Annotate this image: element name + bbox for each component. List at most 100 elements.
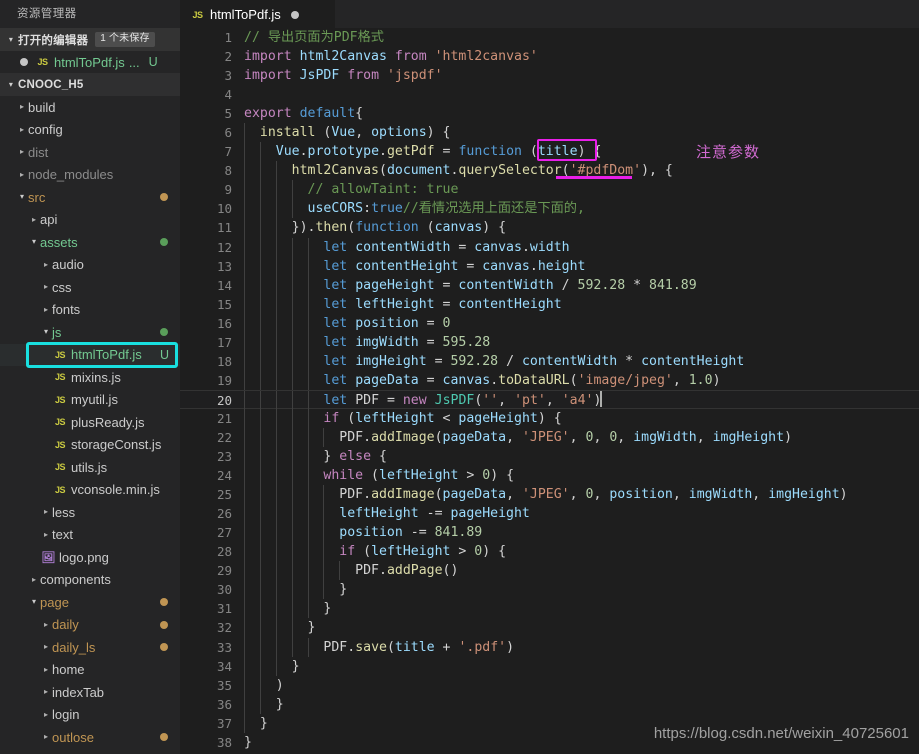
code-line-28[interactable]: 28 if (leftHeight > 0) { (180, 542, 919, 562)
line-number: 17 (216, 334, 232, 350)
code-line-9[interactable]: 9 // allowTaint: true (180, 180, 919, 200)
tree-item-text[interactable]: ▸ text (0, 524, 180, 547)
tree-item-label: myutil.js (71, 392, 118, 408)
tree-item-vconsole-min-js[interactable]: JS vconsole.min.js (0, 479, 180, 502)
tree-item-page[interactable]: ▾ page (0, 591, 180, 614)
code-line-18[interactable]: 18 let imgHeight = 592.28 / contentWidth… (180, 351, 919, 371)
code-line-8[interactable]: 8 html2Canvas(document.querySelector('#p… (180, 161, 919, 181)
tree-item-mixins-js[interactable]: JS mixins.js (0, 366, 180, 389)
code-line-15[interactable]: 15 let leftHeight = contentHeight (180, 294, 919, 314)
code-line-25[interactable]: 25 PDF.addImage(pageData, 'JPEG', 0, pos… (180, 485, 919, 505)
code-line-20[interactable]: 20 let PDF = new JsPDF('', 'pt', 'a4') (180, 389, 919, 410)
chevron-down-icon[interactable]: ▾ (28, 598, 40, 606)
line-number: 19 (216, 372, 232, 388)
chevron-down-icon[interactable]: ▾ (16, 193, 28, 201)
tree-item-api[interactable]: ▸ api (0, 209, 180, 232)
open-editor-item-htmlToPdf[interactable]: JS htmlToPdf.js ... U (0, 51, 180, 73)
code-line-23[interactable]: 23 } else { (180, 447, 919, 467)
chevron-right-icon[interactable]: ▸ (40, 260, 52, 269)
chevron-right-icon[interactable]: ▸ (28, 215, 40, 224)
tree-item-indextab[interactable]: ▸ indexTab (0, 681, 180, 704)
chevron-right-icon[interactable]: ▸ (40, 530, 52, 539)
code-line-16[interactable]: 16 let position = 0 (180, 313, 919, 333)
tree-item-logo-png[interactable]: 🖼 logo.png (0, 546, 180, 569)
code-line-26[interactable]: 26 leftHeight -= pageHeight (180, 504, 919, 524)
code-line-24[interactable]: 24 while (leftHeight > 0) { (180, 466, 919, 486)
tree-item-src[interactable]: ▾ src (0, 186, 180, 209)
code-line-34[interactable]: 34 } (180, 656, 919, 676)
code-line-10[interactable]: 10 useCORS:true//看情况选用上面还是下面的, (180, 199, 919, 219)
chevron-right-icon[interactable]: ▸ (40, 508, 52, 516)
project-root-header[interactable]: ▾ CNOOC_H5 (0, 73, 180, 96)
code-line-35[interactable]: 35 ) (180, 675, 919, 695)
tree-item-outlose[interactable]: ▸ outlose (0, 726, 180, 749)
chevron-right-icon[interactable]: ▸ (16, 170, 28, 179)
tree-item-daily[interactable]: ▸ daily (0, 614, 180, 637)
tree-item-assets[interactable]: ▾ assets (0, 231, 180, 254)
tree-item-node_modules[interactable]: ▸ node_modules (0, 164, 180, 187)
tree-item-fonts[interactable]: ▸ fonts (0, 299, 180, 322)
tree-item-myutil-js[interactable]: JS myutil.js (0, 389, 180, 412)
chevron-down-icon[interactable]: ▾ (40, 328, 52, 336)
chevron-right-icon[interactable]: ▸ (40, 620, 52, 629)
chevron-right-icon[interactable]: ▸ (16, 148, 28, 156)
code-line-29[interactable]: 29 PDF.addPage() (180, 561, 919, 581)
chevron-right-icon[interactable]: ▸ (40, 665, 52, 674)
code-line-5[interactable]: 5 export default{ (180, 104, 919, 123)
open-editors-header[interactable]: ▾ 打开的编辑器 1 个未保存 (0, 28, 180, 51)
code-line-33[interactable]: 33 PDF.save(title + '.pdf') (180, 637, 919, 657)
code-line-13[interactable]: 13 let contentHeight = canvas.height (180, 256, 919, 276)
dirty-indicator-icon[interactable] (20, 58, 28, 66)
code-line-22[interactable]: 22 PDF.addImage(pageData, 'JPEG', 0, 0, … (180, 427, 919, 448)
code-line-27[interactable]: 27 position -= 841.89 (180, 523, 919, 543)
code-line-4[interactable]: 4 (180, 85, 919, 104)
tree-item-components[interactable]: ▸ components (0, 569, 180, 592)
code-line-6[interactable]: 6 install (Vue, options) { (180, 123, 919, 143)
tree-item-home[interactable]: ▸ home (0, 659, 180, 682)
tree-item-dist[interactable]: ▸ dist (0, 141, 180, 164)
code-line-21[interactable]: 21 if (leftHeight < pageHeight) { (180, 408, 919, 428)
tab-htmlToPdf-js[interactable]: JS htmlToPdf.js (180, 0, 335, 28)
chevron-right-icon[interactable]: ▸ (40, 688, 52, 696)
chevron-down-icon[interactable]: ▾ (28, 238, 40, 246)
code-line-2[interactable]: 2 import html2Canvas from 'html2canvas' (180, 47, 919, 66)
code-line-31[interactable]: 31 } (180, 599, 919, 619)
tree-item-css[interactable]: ▸ css (0, 276, 180, 299)
chevron-right-icon[interactable]: ▸ (16, 125, 28, 134)
chevron-down-icon[interactable]: ▾ (4, 35, 18, 44)
chevron-right-icon[interactable]: ▸ (40, 733, 52, 741)
tree-item-plusready-js[interactable]: JS plusReady.js (0, 411, 180, 434)
tree-item-less[interactable]: ▸ less (0, 501, 180, 524)
chevron-right-icon[interactable]: ▸ (40, 305, 52, 314)
chevron-right-icon[interactable]: ▸ (40, 710, 52, 719)
tree-item-outlose_ls[interactable]: ▸outlose_ls (0, 749, 180, 754)
tree-item-js[interactable]: ▾ js (0, 321, 180, 344)
code-line-36[interactable]: 36 } (180, 694, 919, 714)
chevron-down-icon[interactable]: ▾ (4, 80, 18, 89)
code-line-12[interactable]: 12 let contentWidth = canvas.width (180, 237, 919, 257)
tree-item-build[interactable]: ▸ build (0, 96, 180, 119)
tree-item-utils-js[interactable]: JS utils.js (0, 456, 180, 479)
code-content[interactable]: 1 // 导出页面为PDF格式 2 import html2Canvas from '… (180, 28, 919, 754)
code-line-11[interactable]: 11 }).then(function (canvas) { (180, 218, 919, 238)
code-line-3[interactable]: 3 import JsPDF from 'jspdf' (180, 66, 919, 85)
chevron-right-icon[interactable]: ▸ (16, 103, 28, 111)
chevron-right-icon[interactable]: ▸ (40, 283, 52, 291)
code-line-32[interactable]: 32 } (180, 618, 919, 638)
code-line-7[interactable]: 7 Vue.prototype.getPdf = function (title… (180, 142, 919, 162)
tree-item-daily_ls[interactable]: ▸ daily_ls (0, 636, 180, 659)
tab-dirty-indicator-icon[interactable] (290, 10, 299, 19)
chevron-right-icon[interactable]: ▸ (28, 575, 40, 584)
code-line-17[interactable]: 17 let imgWidth = 595.28 (180, 332, 919, 352)
tree-item-htmltopdf-js[interactable]: JS htmlToPdf.js U (0, 343, 180, 366)
tree-item-storageconst-js[interactable]: JS storageConst.js (0, 434, 180, 457)
code-line-1[interactable]: 1 // 导出页面为PDF格式 (180, 28, 919, 47)
open-editors-label: 打开的编辑器 (18, 34, 89, 47)
code-line-19[interactable]: 19 let pageData = canvas.toDataURL('imag… (180, 370, 919, 390)
tree-item-audio[interactable]: ▸ audio (0, 254, 180, 277)
tree-item-login[interactable]: ▸ login (0, 704, 180, 727)
code-line-14[interactable]: 14 let pageHeight = contentWidth / 592.2… (180, 275, 919, 295)
tree-item-config[interactable]: ▸ config (0, 119, 180, 142)
chevron-right-icon[interactable]: ▸ (40, 643, 52, 651)
code-line-30[interactable]: 30 } (180, 580, 919, 600)
